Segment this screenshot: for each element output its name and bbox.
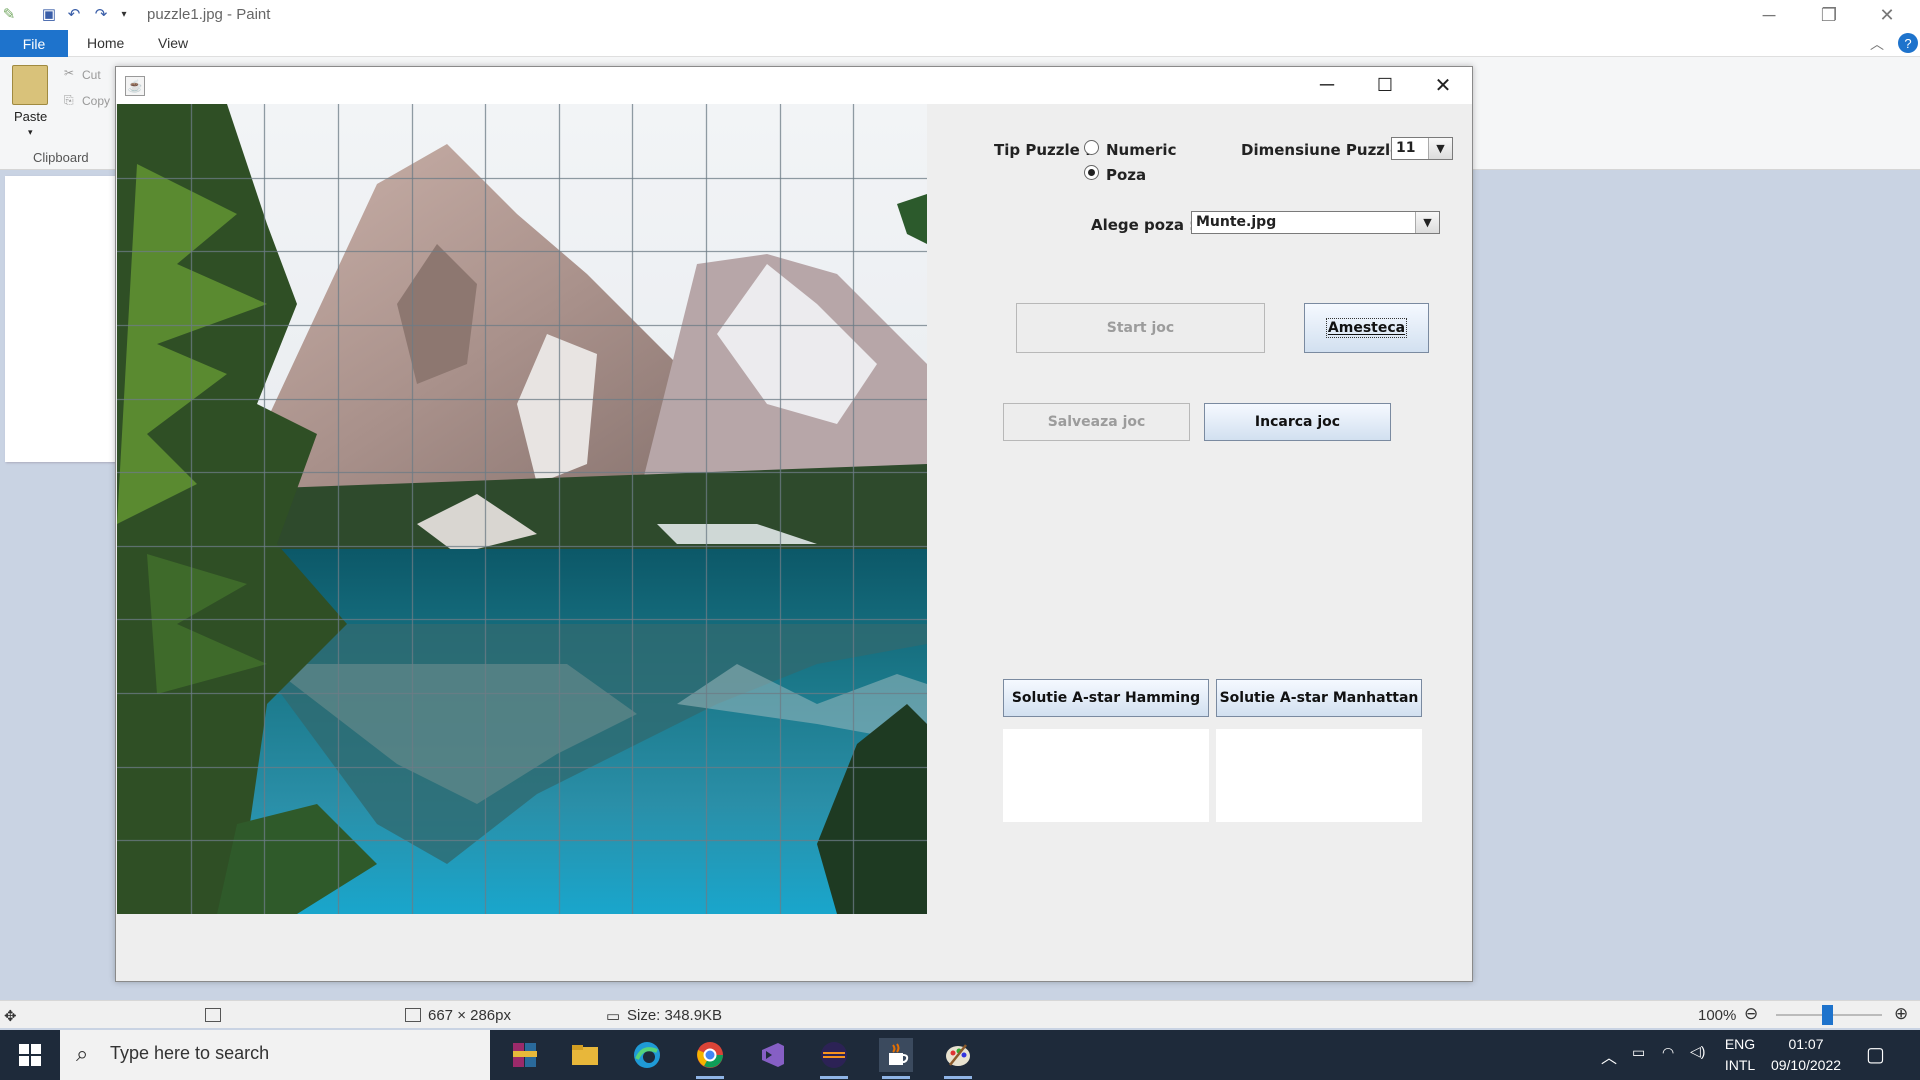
zoom-level: 100% [1698, 1007, 1737, 1024]
taskbar-app-java-icon[interactable] [879, 1038, 913, 1079]
astar-manhattan-button[interactable]: Solutie A-star Manhattan [1216, 679, 1422, 717]
paint-window-title: puzzle1.jpg - Paint [147, 6, 271, 23]
puzzle-app-window: ☕ ─ ☐ ✕ Tip Puzzle: Numeric Poza Dimens… [115, 66, 1473, 982]
language-code: ENG [1724, 1036, 1756, 1052]
radio-numeric-label[interactable]: Numeric [1106, 141, 1176, 159]
clipboard-group-label: Clipboard [33, 150, 89, 165]
start-button[interactable] [0, 1030, 60, 1080]
volume-icon[interactable]: ◁) [1690, 1043, 1705, 1060]
network-icon[interactable]: ◠ [1662, 1044, 1674, 1061]
dimensiune-puzzle-select[interactable]: 11 ▼ [1391, 137, 1453, 160]
load-game-button[interactable]: Incarca joc [1204, 403, 1391, 441]
paint-title-bar: ✎ ▣ ↶ ↷ ▾ puzzle1.jpg - Paint ─ ❐ ✕ [0, 0, 1920, 30]
disk-icon: ▭ [606, 1008, 621, 1025]
image-dimensions: 667 × 286px [428, 1007, 511, 1024]
cut-label[interactable]: Cut [82, 68, 101, 82]
tab-file[interactable]: File [0, 30, 68, 57]
tray-overflow-icon[interactable]: ︿ [1601, 1044, 1617, 1068]
radio-numeric[interactable] [1084, 140, 1099, 155]
puzzle-board[interactable] [117, 104, 927, 914]
search-placeholder: Type here to search [110, 1043, 270, 1063]
start-game-label: Start joc [1106, 320, 1175, 336]
paint-close-icon[interactable]: ✕ [1858, 0, 1916, 30]
shuffle-label: Amesteca [1325, 318, 1408, 338]
taskbar-app-paint-icon[interactable] [941, 1038, 975, 1079]
language-indicator[interactable]: ENG INTL [1718, 1036, 1762, 1073]
battery-icon[interactable]: ▭ [1632, 1044, 1645, 1061]
quick-access-dropdown-icon[interactable]: ▾ [115, 5, 133, 23]
shuffle-button[interactable]: Amesteca [1304, 303, 1429, 353]
paint-status-bar: ✥ 667 × 286px ▭ Size: 348.9KB 100% ⊖ ⊕ [0, 1000, 1920, 1028]
save-icon[interactable]: ▣ [40, 5, 58, 23]
image-size-icon [405, 1008, 421, 1022]
astar-hamming-label: Solutie A-star Hamming [1011, 690, 1201, 706]
search-icon: ⌕ [76, 1041, 89, 1066]
alege-poza-label: Alege poza : [1091, 216, 1196, 234]
clock-time: 01:07 [1788, 1036, 1824, 1052]
load-game-label: Incarca joc [1254, 414, 1341, 430]
dimensiune-puzzle-value: 11 [1396, 140, 1416, 156]
file-size: Size: 348.9KB [627, 1007, 723, 1024]
save-game-label: Salveaza joc [1047, 414, 1146, 430]
save-game-button[interactable]: Salveaza joc [1003, 403, 1190, 441]
tab-view[interactable]: View [158, 35, 188, 51]
copy-label[interactable]: Copy [82, 94, 110, 108]
redo-icon[interactable]: ↷ [92, 5, 110, 23]
radio-poza-label[interactable]: Poza [1106, 166, 1146, 184]
paste-icon[interactable] [12, 65, 48, 105]
selection-size-icon [205, 1008, 221, 1022]
taskbar-app-eclipse-icon[interactable] [817, 1038, 851, 1079]
keyboard-layout: INTL [1724, 1057, 1756, 1073]
app-title-bar: ☕ ─ ☐ ✕ [116, 67, 1472, 104]
dimensiune-puzzle-label: Dimensiune Puzzle : [1241, 141, 1412, 159]
taskbar-app-winrar-icon[interactable] [508, 1038, 542, 1072]
collapse-ribbon-icon[interactable]: ︿ [1870, 34, 1884, 54]
start-game-button[interactable]: Start joc [1016, 303, 1265, 353]
app-close-icon[interactable]: ✕ [1414, 67, 1472, 104]
paint-restore-icon[interactable]: ❐ [1800, 0, 1858, 30]
clock[interactable]: 01:07 09/10/2022 [1766, 1036, 1846, 1073]
taskbar: ⌕ Type here to search ︿ ▭ ◠ ◁) ENG INTL … [0, 1030, 1920, 1080]
paste-label[interactable]: Paste [14, 109, 47, 124]
puzzle-grid-lines [117, 104, 927, 914]
copy-icon[interactable]: ⎘ [64, 93, 74, 108]
notifications-icon[interactable]: ▢ [1866, 1042, 1885, 1067]
taskbar-app-edge-icon[interactable] [630, 1038, 664, 1072]
windows-logo-icon [19, 1044, 41, 1066]
zoom-in-icon[interactable]: ⊕ [1894, 1004, 1908, 1024]
zoom-slider-thumb[interactable] [1822, 1005, 1833, 1025]
tip-puzzle-label: Tip Puzzle : [994, 141, 1092, 159]
help-icon[interactable]: ? [1898, 33, 1918, 53]
java-cup-icon: ☕ [125, 76, 145, 96]
app-minimize-icon[interactable]: ─ [1298, 67, 1356, 104]
zoom-out-icon[interactable]: ⊖ [1744, 1004, 1758, 1024]
alege-poza-select[interactable]: Munte.jpg ▼ [1191, 211, 1440, 234]
app-maximize-icon[interactable]: ☐ [1356, 67, 1414, 104]
paint-minimize-icon[interactable]: ─ [1740, 0, 1798, 30]
undo-icon[interactable]: ↶ [65, 5, 83, 23]
cursor-position-icon: ✥ [4, 1008, 17, 1025]
alege-poza-value: Munte.jpg [1196, 214, 1277, 230]
taskbar-app-file-explorer-icon[interactable] [568, 1038, 602, 1072]
taskbar-app-visual-studio-icon[interactable] [755, 1038, 789, 1072]
radio-poza[interactable] [1084, 165, 1099, 180]
tab-home[interactable]: Home [87, 35, 124, 51]
cut-icon[interactable]: ✂ [64, 66, 74, 80]
chevron-down-icon[interactable]: ▼ [1415, 212, 1439, 233]
clock-date: 09/10/2022 [1770, 1057, 1842, 1073]
paste-dropdown-icon[interactable]: ▾ [28, 127, 33, 138]
chevron-down-icon[interactable]: ▼ [1428, 138, 1452, 159]
paint-app-icon: ✎ [2, 6, 16, 23]
astar-hamming-button[interactable]: Solutie A-star Hamming [1003, 679, 1209, 717]
taskbar-search-box[interactable]: ⌕ Type here to search [60, 1030, 490, 1080]
hamming-result-area [1003, 729, 1209, 822]
astar-manhattan-label: Solutie A-star Manhattan [1219, 690, 1419, 706]
taskbar-app-chrome-icon[interactable] [693, 1038, 727, 1079]
ribbon-tabs: File Home View ︿ ? [0, 30, 1920, 57]
paint-canvas[interactable] [5, 176, 115, 462]
manhattan-result-area [1216, 729, 1422, 822]
